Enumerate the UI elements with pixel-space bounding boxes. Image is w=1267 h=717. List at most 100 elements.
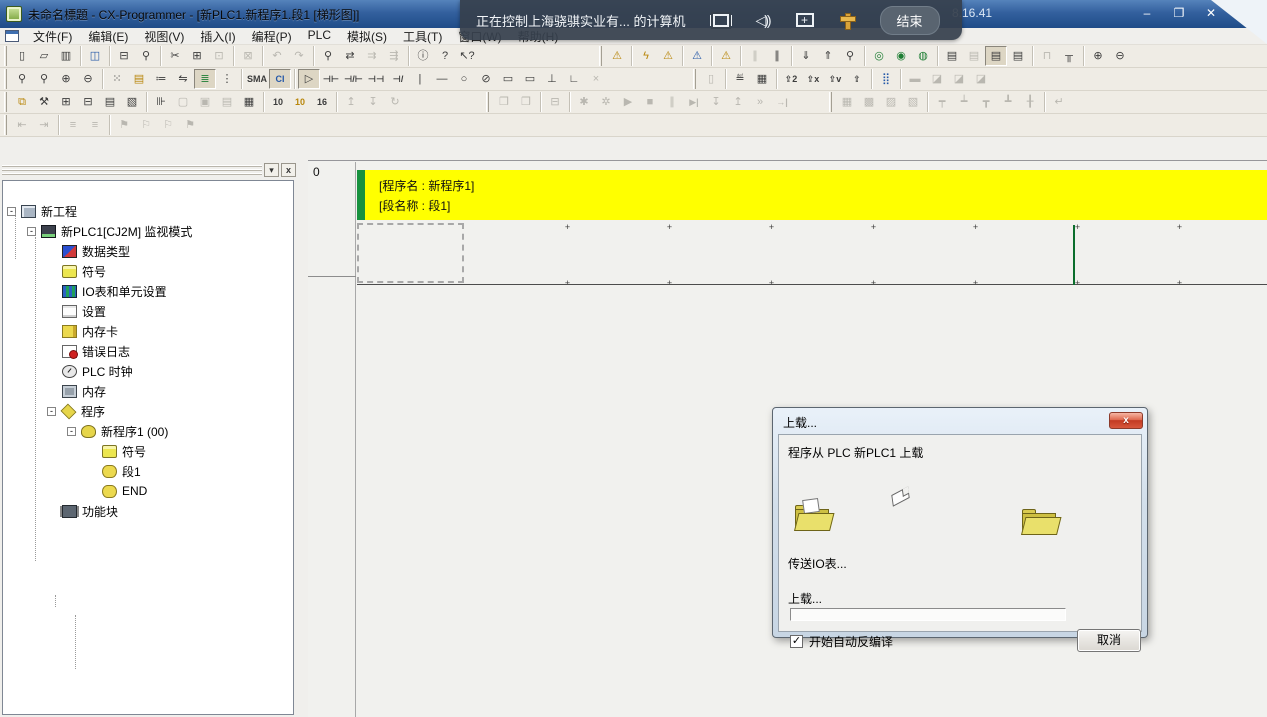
- tree-item-程序[interactable]: -程序: [47, 402, 105, 420]
- save-icon[interactable]: ▥: [55, 46, 77, 66]
- rung-comment-icon[interactable]: ▤: [128, 69, 150, 89]
- tree-item-新程序1 (00)[interactable]: -新程序1 (00): [67, 422, 168, 440]
- tree-item-数据类型[interactable]: 数据类型: [62, 242, 130, 260]
- compare-with-plc-icon[interactable]: ⚲: [839, 46, 861, 66]
- end-session-button[interactable]: 结束: [880, 6, 940, 35]
- instruction-box-icon[interactable]: ▭: [497, 69, 519, 89]
- download-to-plc-icon[interactable]: ⇓: [795, 46, 817, 66]
- toolbar-grip[interactable]: [4, 115, 7, 135]
- help-icon[interactable]: ?: [434, 46, 456, 66]
- connect-tool-icon[interactable]: ∟: [563, 69, 585, 89]
- tree-item-功能块[interactable]: 功能块: [62, 502, 118, 520]
- upload-from-plc-icon[interactable]: ⇑: [817, 46, 839, 66]
- print-icon[interactable]: ⊟: [113, 46, 135, 66]
- tree-item-END[interactable]: END: [102, 482, 147, 500]
- paste-bit-empty-icon[interactable]: ⇪: [846, 69, 868, 89]
- local-symbols-icon[interactable]: ≔: [150, 69, 172, 89]
- menu-item-2[interactable]: 编辑(E): [80, 27, 136, 46]
- pause-b-icon[interactable]: ∥: [766, 46, 788, 66]
- binary-monitor-icon[interactable]: ▦: [238, 92, 260, 112]
- vertical-line-icon[interactable]: |: [409, 69, 431, 89]
- mnemonics-view-icon[interactable]: SMA: [245, 69, 269, 89]
- grid-toggle-icon[interactable]: ⁙: [106, 69, 128, 89]
- tree-expander[interactable]: -: [27, 227, 36, 236]
- or-contact-open-icon[interactable]: ⊣⊣: [365, 69, 387, 89]
- toolbar-grip[interactable]: [4, 92, 7, 112]
- contact-open-icon[interactable]: ⊣⊢: [320, 69, 342, 89]
- properties-window-icon[interactable]: ▧: [121, 92, 143, 112]
- program-check-window-icon[interactable]: ⊪: [150, 92, 172, 112]
- semaphore-view-icon[interactable]: ⣿: [875, 69, 897, 89]
- restore-button[interactable]: ❐: [1169, 6, 1189, 21]
- tree-item-符号[interactable]: 符号: [62, 262, 106, 280]
- context-help-icon[interactable]: ↖?: [456, 46, 478, 66]
- pin-icon[interactable]: [840, 13, 854, 28]
- menu-item-4[interactable]: 插入(I): [192, 27, 243, 46]
- force-off-icon[interactable]: ⊖: [1109, 46, 1131, 66]
- or-contact-closed-icon[interactable]: ⊣/: [387, 69, 409, 89]
- pause-monitor-icon[interactable]: ◍: [912, 46, 934, 66]
- menu-item-3[interactable]: 视图(V): [136, 27, 192, 46]
- toolbar-grip[interactable]: [829, 92, 832, 112]
- toolbar-grip[interactable]: [486, 92, 489, 112]
- paste-bit-v-icon[interactable]: ⇪v: [824, 69, 846, 89]
- zoom-out-icon[interactable]: ⊖: [77, 69, 99, 89]
- menu-item-8[interactable]: 工具(T): [395, 27, 450, 46]
- work-online-icon[interactable]: ϟ: [635, 46, 657, 66]
- monitor-hex-icon[interactable]: 16: [311, 92, 333, 112]
- calendar-set-icon[interactable]: ▦: [751, 69, 773, 89]
- menu-item-1[interactable]: 文件(F): [25, 27, 80, 46]
- panel-dropdown-button[interactable]: ▾: [264, 163, 279, 177]
- ci-view-icon[interactable]: CI: [269, 69, 291, 89]
- network-transfer-icon[interactable]: ⚠: [715, 46, 737, 66]
- fullscreen-icon[interactable]: [713, 14, 729, 27]
- tree-expander[interactable]: -: [67, 427, 76, 436]
- speaker-icon[interactable]: ◁)): [755, 12, 769, 29]
- menu-item-6[interactable]: PLC: [300, 27, 339, 46]
- zoom-region-icon[interactable]: ⚲: [33, 69, 55, 89]
- compile-program-check-icon[interactable]: ◫: [84, 46, 106, 66]
- toolbar-grip[interactable]: [599, 46, 602, 66]
- toolbar-grip[interactable]: [693, 69, 696, 89]
- paste-bit-2-icon[interactable]: ⇪2: [780, 69, 802, 89]
- mode-run-icon[interactable]: ▤: [1007, 46, 1029, 66]
- zoom-in-icon[interactable]: ⊕: [55, 69, 77, 89]
- differential-monitor-icon[interactable]: ◉: [890, 46, 912, 66]
- open-file-icon[interactable]: ▱: [33, 46, 55, 66]
- print-preview-icon[interactable]: ⚲: [135, 46, 157, 66]
- transfer-settings-icon[interactable]: ⚠: [686, 46, 708, 66]
- cancel-button[interactable]: 取消: [1077, 629, 1141, 652]
- copy-icon[interactable]: ⊞: [186, 46, 208, 66]
- io-refresh-icon[interactable]: ╥: [1058, 46, 1080, 66]
- panel-grip[interactable]: [2, 165, 262, 175]
- auto-decompile-checkbox[interactable]: ✓: [790, 635, 803, 648]
- cut-icon[interactable]: ✂: [164, 46, 186, 66]
- horizontal-line-icon[interactable]: —: [431, 69, 453, 89]
- tree-item-新工程[interactable]: -新工程: [7, 202, 77, 220]
- monitor-decimal-icon[interactable]: 10: [267, 92, 289, 112]
- contact-closed-icon[interactable]: ⊣/⊢: [342, 69, 365, 89]
- replace-icon[interactable]: ⇄: [339, 46, 361, 66]
- invert-tool-icon[interactable]: ⊥: [541, 69, 563, 89]
- cross-reference-icon[interactable]: ⊞: [55, 92, 77, 112]
- address-stamp-icon[interactable]: ≝: [729, 69, 751, 89]
- tree-view-icon[interactable]: ⋮: [216, 69, 238, 89]
- watch-window-icon[interactable]: ▤: [99, 92, 121, 112]
- mode-program-icon[interactable]: ▤: [941, 46, 963, 66]
- tree-item-段1[interactable]: 段1: [102, 462, 141, 480]
- rung-wrap-icon[interactable]: ≣: [194, 69, 216, 89]
- tree-item-错误日志[interactable]: 错误日志: [62, 342, 130, 360]
- toolbar-grip[interactable]: [4, 46, 7, 66]
- paste-window-icon[interactable]: ⧉: [11, 92, 33, 112]
- coil-icon[interactable]: ○: [453, 69, 475, 89]
- online-check-icon[interactable]: ⚠: [657, 46, 679, 66]
- zoom-to-fit-icon[interactable]: ⚲: [11, 69, 33, 89]
- force-on-icon[interactable]: ⊕: [1087, 46, 1109, 66]
- dialog-close-button[interactable]: x: [1109, 412, 1143, 429]
- address-reference-icon[interactable]: ⊟: [77, 92, 99, 112]
- mdi-child-icon[interactable]: [5, 30, 19, 42]
- coil-closed-icon[interactable]: ⊘: [475, 69, 497, 89]
- ladder-cursor-cell[interactable]: [357, 223, 464, 283]
- io-comment-view-icon[interactable]: ⇋: [172, 69, 194, 89]
- toolbar-grip[interactable]: [4, 69, 7, 89]
